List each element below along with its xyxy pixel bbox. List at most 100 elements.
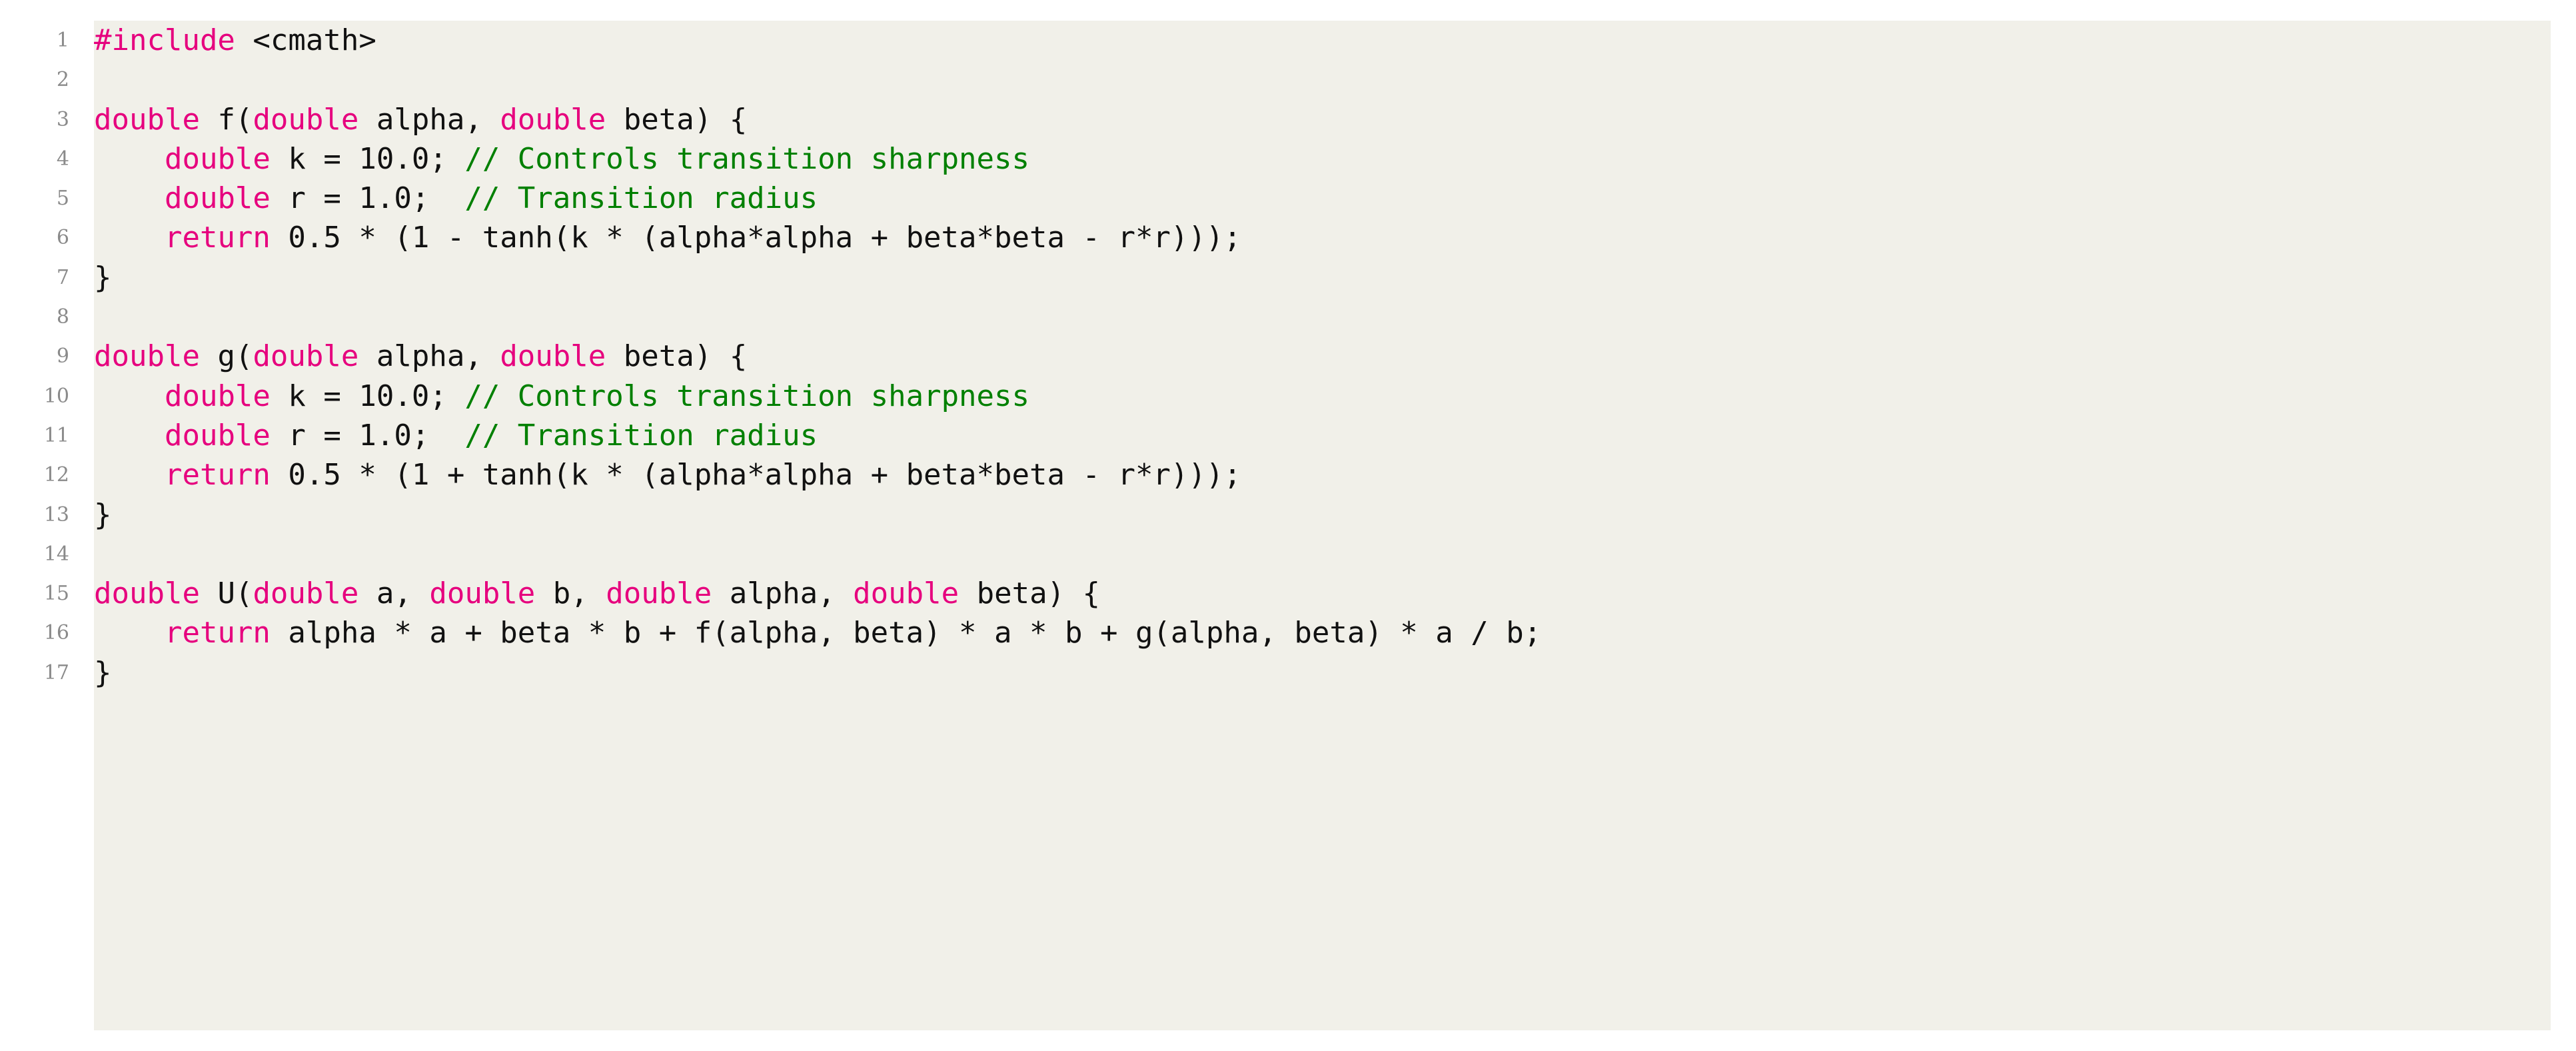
code-token-plain: U( (199, 576, 253, 611)
code-line: 2 (0, 60, 2576, 99)
code-token-plain: a, (358, 576, 430, 611)
line-number: 7 (56, 265, 69, 289)
code-token-comment: // Controls transition sharpness (464, 379, 1030, 413)
code-token-plain: k = 10.0; (270, 141, 465, 176)
code-token-kw: #include (94, 23, 235, 57)
code-token-comment: // Transition radius (464, 418, 818, 453)
code-line: 4 double k = 10.0; // Controls transitio… (0, 139, 2576, 179)
code-token-kw: double (853, 576, 960, 611)
code-token-plain: g( (199, 339, 253, 374)
code-token-kw: double (253, 102, 359, 137)
code-line: 17} (0, 653, 2576, 692)
line-number: 4 (56, 147, 69, 171)
code-text: double U(double a, double b, double alph… (94, 574, 1100, 613)
code-line: 10 double k = 10.0; // Controls transiti… (0, 377, 2576, 416)
line-number: 12 (43, 463, 69, 487)
code-token-plain: } (94, 497, 112, 532)
code-text: double r = 1.0; // Transition radius (94, 179, 818, 218)
line-number: 8 (56, 305, 69, 329)
code-token-plain: } (94, 655, 112, 690)
code-line: 1 #include <cmath> (0, 21, 2576, 60)
code-token-plain: alpha, (358, 102, 500, 137)
code-token-kw: double (606, 576, 712, 611)
code-line: 8 (0, 297, 2576, 337)
code-token-kw: double (500, 102, 606, 137)
code-block: 1 #include <cmath> 2 3 double f(double alpha… (0, 21, 2576, 1030)
code-token-kw: return (164, 221, 271, 255)
code-line: 3 double f(double alpha, double beta) { (0, 100, 2576, 139)
code-token-plain: 0.5 * (1 - tanh(k * (alpha*alpha + beta*… (270, 221, 1241, 255)
code-token-kw: double (94, 102, 200, 137)
code-token-plain: beta) { (606, 102, 748, 137)
line-number: 16 (43, 621, 69, 645)
code-line: 14 (0, 534, 2576, 574)
code-token-plain: alpha * a + beta * b + f(alpha, beta) * … (270, 616, 1542, 650)
line-number: 15 (43, 582, 69, 606)
code-token-plain: f( (199, 102, 253, 137)
code-text: } (94, 653, 112, 692)
code-token-kw: double (164, 418, 271, 453)
code-line: 12 return 0.5 * (1 + tanh(k * (alpha*alp… (0, 455, 2576, 495)
code-token-plain: beta) { (606, 339, 748, 374)
code-token-kw: double (94, 339, 200, 374)
code-line: 7} (0, 258, 2576, 297)
code-lines: 1 #include <cmath> 2 3 double f(double alpha… (0, 21, 2576, 692)
code-line: 6 return 0.5 * (1 - tanh(k * (alpha*alph… (0, 218, 2576, 257)
code-token-kw: double (429, 576, 536, 611)
code-line: 16 return alpha * a + beta * b + f(alpha… (0, 613, 2576, 652)
code-token-plain: <cmath> (235, 23, 376, 57)
code-token-plain: } (94, 260, 112, 295)
code-token-plain: alpha, (712, 576, 854, 611)
code-text: return 0.5 * (1 - tanh(k * (alpha*alpha … (94, 218, 1241, 257)
line-number: 14 (43, 542, 69, 566)
code-text: double r = 1.0; // Transition radius (94, 416, 818, 455)
code-token-kw: double (164, 379, 271, 413)
code-token-plain: r = 1.0; (270, 418, 465, 453)
code-listing: 1 #include <cmath> 2 3 double f(double alpha… (0, 0, 2576, 1051)
code-line: 13} (0, 495, 2576, 534)
line-number: 3 (56, 107, 69, 131)
code-token-plain: 0.5 * (1 + tanh(k * (alpha*alpha + beta*… (270, 458, 1241, 493)
code-token-comment: // Controls transition sharpness (464, 141, 1030, 176)
code-token-kw: return (164, 616, 271, 650)
code-token-kw: double (164, 141, 271, 176)
code-token-kw: double (253, 339, 359, 374)
code-line: 5 double r = 1.0; // Transition radius (0, 179, 2576, 218)
code-token-kw: double (94, 576, 200, 611)
code-line: 11 double r = 1.0; // Transition radius (0, 416, 2576, 455)
code-token-plain: alpha, (358, 339, 500, 374)
code-text: } (94, 495, 112, 534)
code-line: 9 double g(double alpha, double beta) { (0, 337, 2576, 376)
code-token-kw: return (164, 458, 271, 493)
code-token-plain: beta) { (959, 576, 1101, 611)
line-number: 1 (56, 29, 69, 52)
code-token-plain: b, (535, 576, 606, 611)
code-text: return 0.5 * (1 + tanh(k * (alpha*alpha … (94, 455, 1241, 495)
line-number: 10 (43, 384, 69, 408)
line-number: 2 (56, 68, 69, 92)
code-text: double f(double alpha, double beta) { (94, 100, 747, 139)
code-text: #include <cmath> (94, 21, 376, 60)
code-token-plain: r = 1.0; (270, 181, 465, 216)
code-text: double k = 10.0; // Controls transition … (94, 139, 1029, 179)
line-number: 9 (56, 345, 69, 369)
code-text: return alpha * a + beta * b + f(alpha, b… (94, 613, 1541, 652)
line-number: 6 (56, 226, 69, 250)
code-token-kw: double (500, 339, 606, 374)
code-text: } (94, 258, 112, 297)
code-text: double k = 10.0; // Controls transition … (94, 377, 1029, 416)
code-line: 15 double U(double a, double b, double al… (0, 574, 2576, 613)
code-token-plain: k = 10.0; (270, 379, 465, 413)
line-number: 13 (43, 503, 69, 526)
code-token-comment: // Transition radius (464, 181, 818, 216)
line-number: 17 (43, 660, 69, 684)
code-token-kw: double (253, 576, 359, 611)
line-number: 5 (56, 187, 69, 211)
